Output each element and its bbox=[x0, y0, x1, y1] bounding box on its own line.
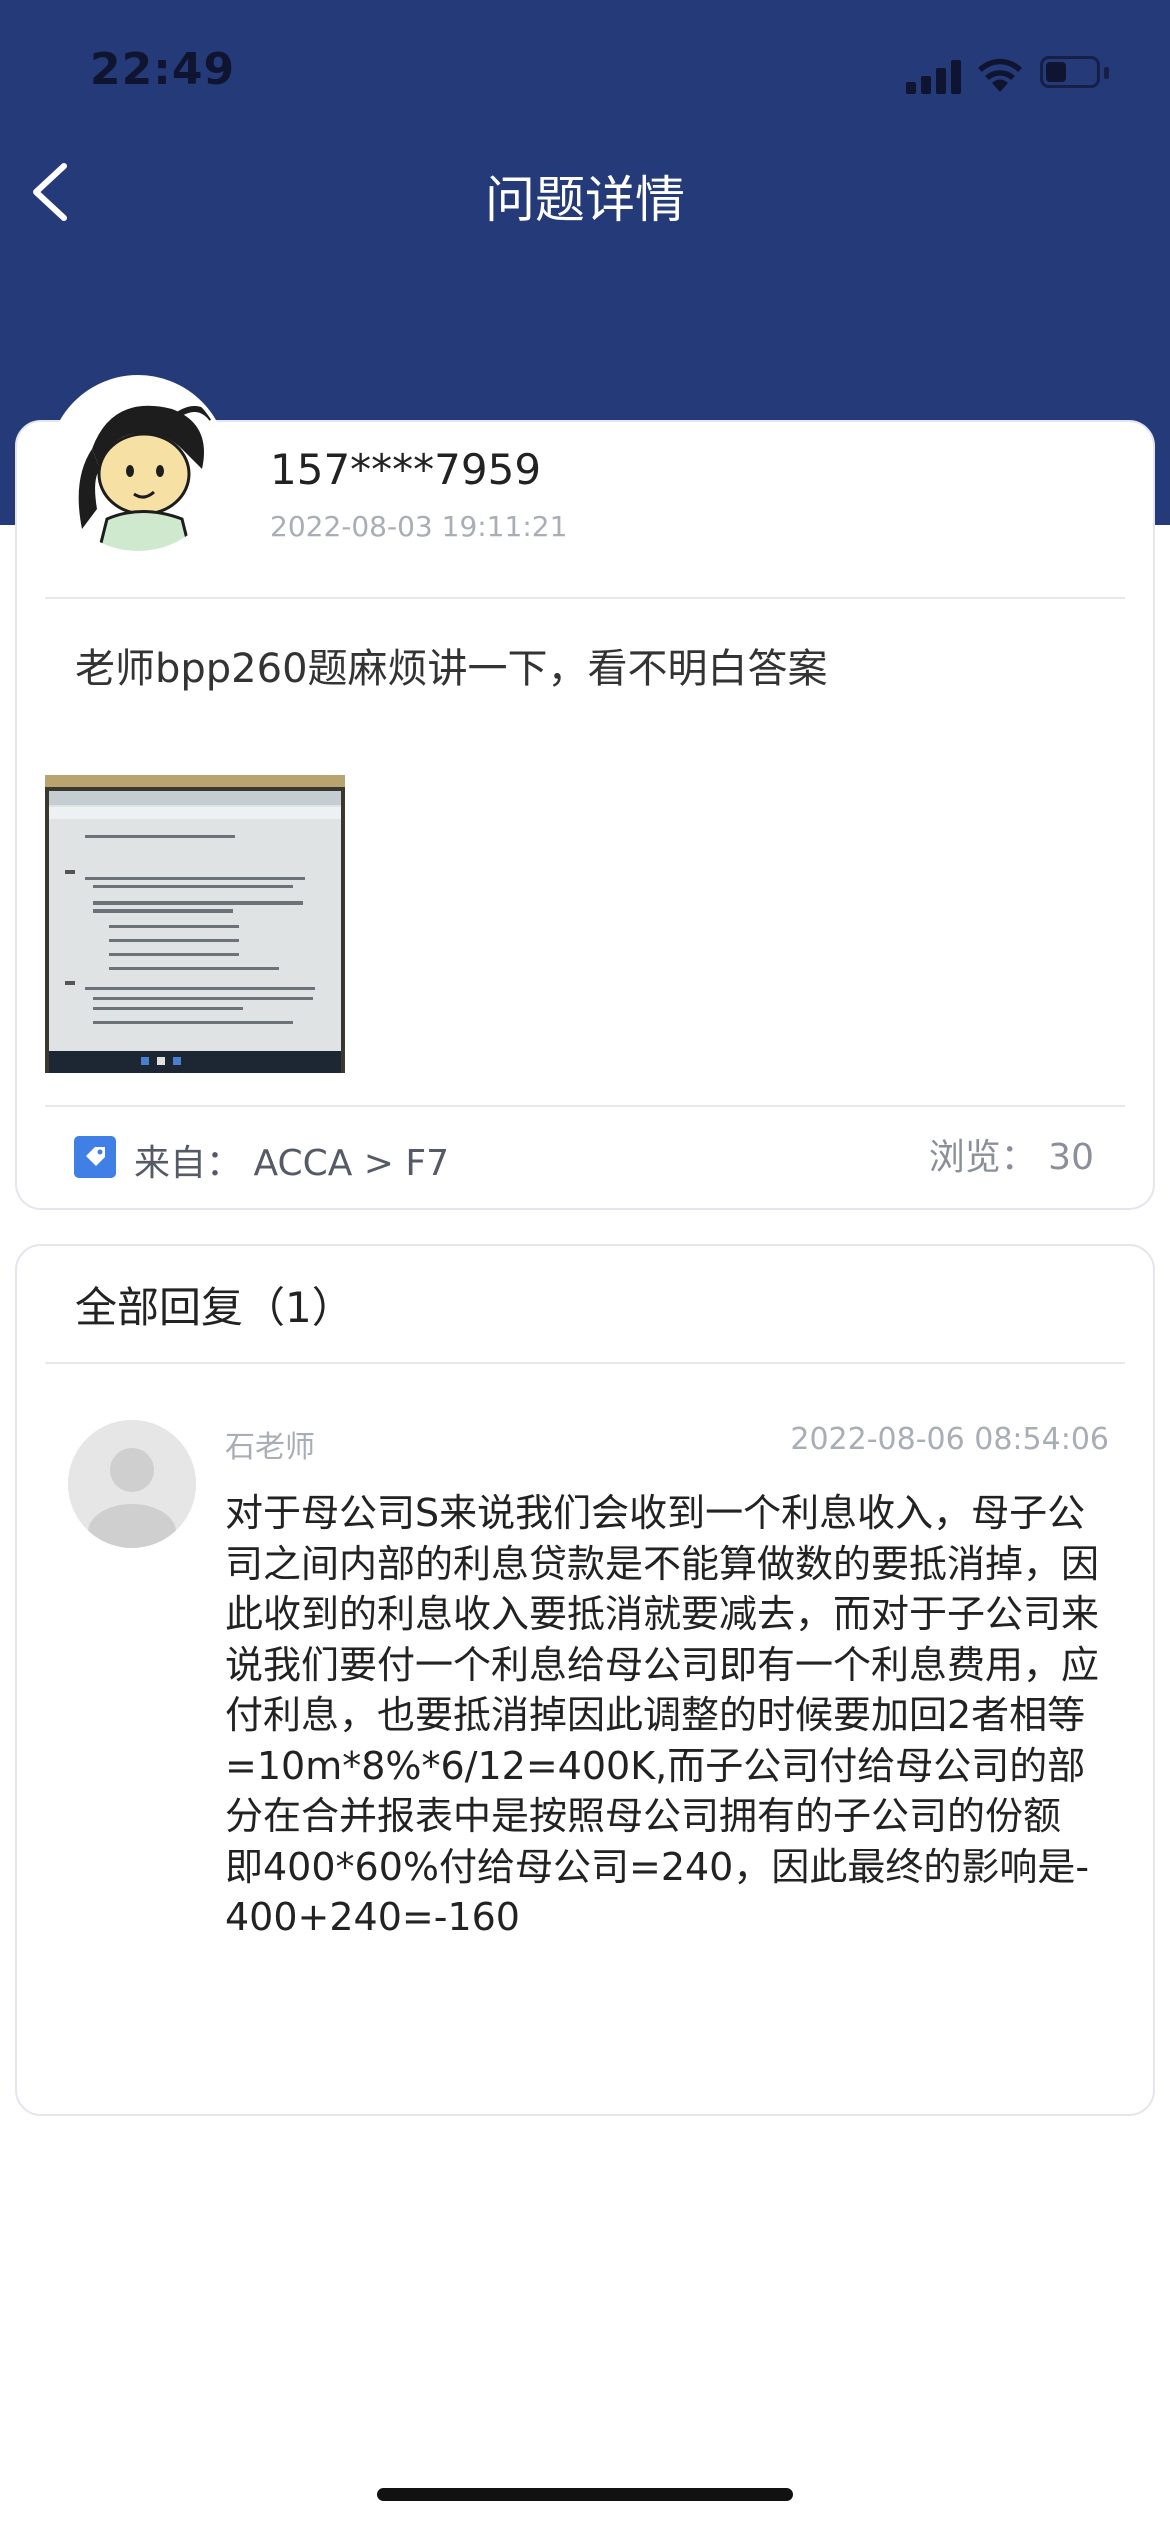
question-attachment-image[interactable] bbox=[45, 775, 345, 1073]
tag-icon bbox=[74, 1136, 116, 1178]
replies-heading: 全部回复（1） bbox=[75, 1283, 354, 1332]
reply-text: 对于母公司S来说我们会收到一个利息收入，母子公司之间内部的利息贷款是不能算做数的… bbox=[225, 1491, 1100, 1939]
home-indicator bbox=[377, 2488, 793, 2501]
status-time: 22:49 bbox=[90, 44, 236, 95]
document-photo-thumbnail bbox=[45, 775, 345, 1073]
page-title: 问题详情 bbox=[485, 171, 685, 229]
default-avatar-icon bbox=[68, 1420, 196, 1548]
reply-author: 石老师 bbox=[225, 1430, 315, 1465]
cartoon-avatar-image bbox=[52, 379, 224, 551]
user-avatar[interactable] bbox=[48, 375, 228, 555]
battery-icon bbox=[1040, 56, 1110, 90]
divider bbox=[45, 597, 1125, 599]
divider bbox=[45, 1105, 1125, 1107]
question-username: 157****7959 bbox=[270, 445, 542, 494]
view-count: 浏览： 30 bbox=[928, 1137, 1094, 1178]
wifi-icon bbox=[978, 58, 1022, 92]
divider bbox=[45, 1362, 1125, 1364]
signal-icon bbox=[906, 58, 964, 94]
question-timestamp: 2022-08-03 19:11:21 bbox=[270, 510, 568, 543]
reply-avatar[interactable] bbox=[68, 1420, 196, 1548]
question-source[interactable]: 来自： ACCA > F7 bbox=[134, 1134, 449, 1186]
reply-timestamp: 2022-08-06 08:54:06 bbox=[790, 1422, 1109, 1457]
question-text: 老师bpp260题麻烦讲一下，看不明白答案 bbox=[75, 646, 828, 692]
status-bar: 22:49 bbox=[0, 0, 1170, 150]
